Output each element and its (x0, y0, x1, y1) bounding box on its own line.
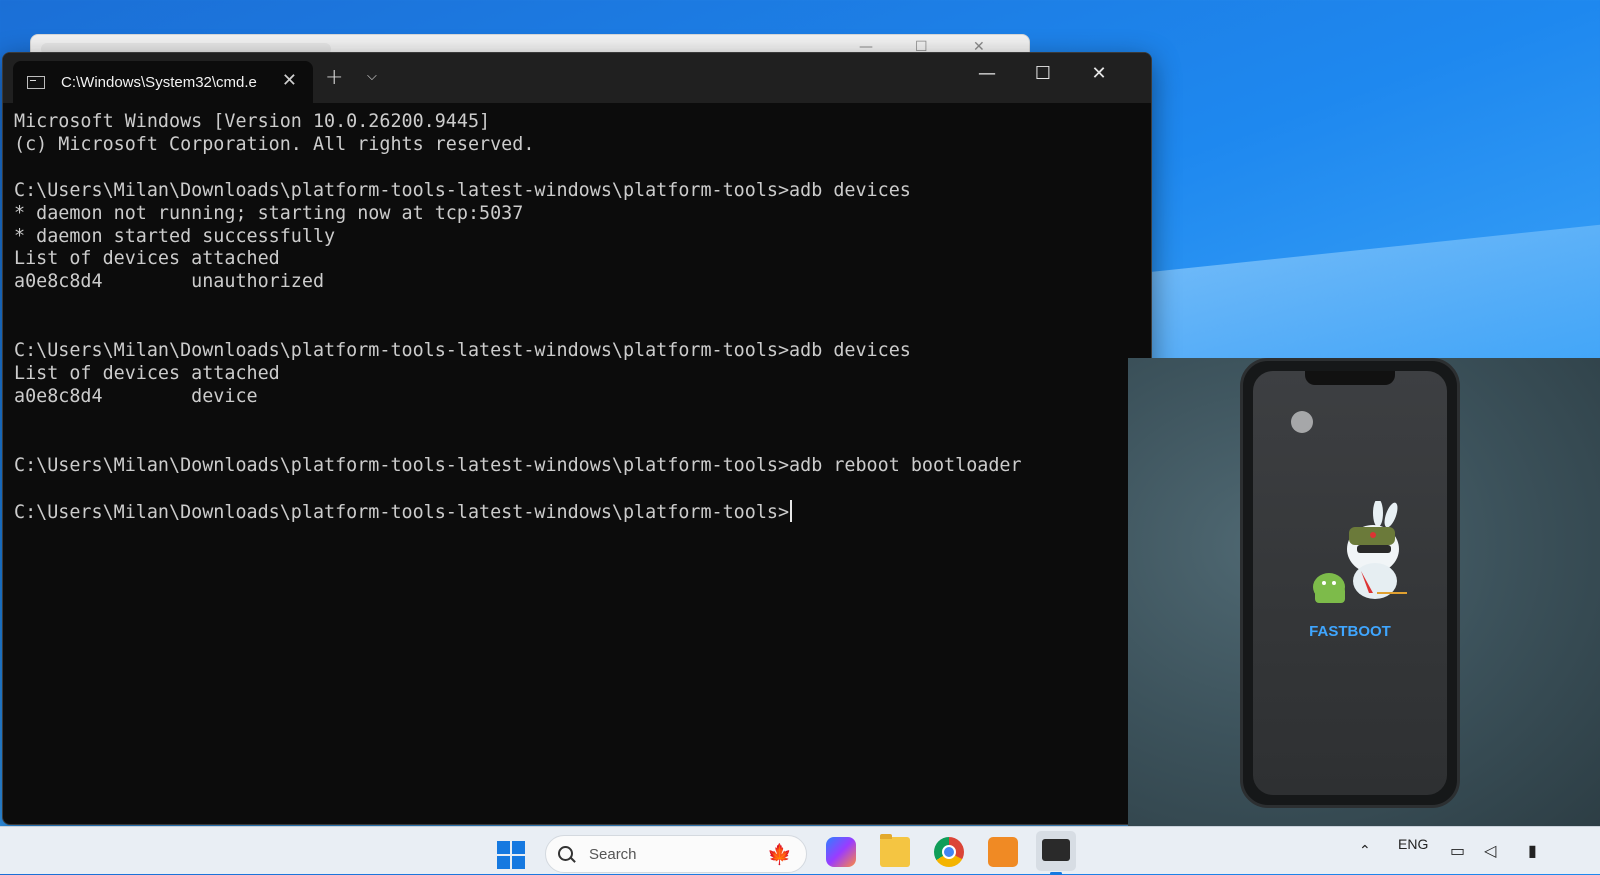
console-line: List of devices attached (14, 248, 280, 270)
language-indicator[interactable]: ENG (1398, 836, 1428, 852)
volume-icon[interactable]: ◁ (1484, 841, 1496, 860)
search-placeholder: Search (589, 846, 637, 863)
console-line: a0e8c8d4 device (14, 385, 258, 407)
terminal-window[interactable]: C:\Windows\System32\cmd.e ✕ + ⌵ — ☐ ✕ Mi… (2, 52, 1152, 825)
text-cursor (790, 500, 793, 523)
console-line: C:\Users\Milan\Downloads\platform-tools-… (14, 340, 911, 362)
console-line: (c) Microsoft Corporation. All rights re… (14, 133, 535, 155)
screen-glare (1291, 411, 1313, 433)
phone-notch (1305, 371, 1395, 385)
console-line: a0e8c8d4 unauthorized (14, 271, 325, 293)
file-explorer-icon[interactable] (880, 834, 910, 867)
tab-title: C:\Windows\System32\cmd.e (61, 73, 257, 91)
tab-close-button[interactable]: ✕ (282, 70, 297, 91)
console-line: * daemon not running; starting now at tc… (14, 202, 524, 224)
close-button[interactable]: ✕ (1079, 63, 1119, 84)
fastboot-mascot-icon (1313, 501, 1407, 603)
tray-overflow-chevron-icon[interactable]: ⌃ (1359, 843, 1371, 859)
phone-device: FASTBOOT (1240, 358, 1460, 808)
taskbar: Search 🍁 ⌃ ENG ▭ ◁ ▮ (0, 826, 1600, 875)
terminal-icon[interactable] (1036, 831, 1076, 875)
fastboot-label: FASTBOOT (1309, 623, 1391, 640)
cmd-icon (27, 75, 45, 89)
minimize-button[interactable]: — (967, 63, 1007, 84)
console-line: C:\Users\Milan\Downloads\platform-tools-… (14, 179, 911, 201)
tab-cmd[interactable]: C:\Windows\System32\cmd.e ✕ (13, 61, 313, 103)
console-prompt[interactable]: C:\Users\Milan\Downloads\platform-tools-… (14, 502, 789, 523)
maximize-button[interactable]: ☐ (1023, 63, 1063, 84)
store-icon[interactable] (988, 837, 1018, 867)
windows-start-icon[interactable] (497, 841, 525, 869)
console-line: Microsoft Windows [Version 10.0.26200.94… (14, 111, 491, 132)
console-line: List of devices attached (14, 362, 280, 384)
wifi-icon[interactable]: ▭ (1450, 841, 1465, 860)
tab-dropdown-button[interactable]: ⌵ (367, 69, 377, 84)
taskbar-search-box[interactable]: Search 🍁 (545, 835, 807, 873)
console-line: C:\Users\Milan\Downloads\platform-tools-… (14, 454, 1022, 476)
terminal-titlebar[interactable]: C:\Windows\System32\cmd.e ✕ + ⌵ — ☐ ✕ (3, 53, 1151, 103)
console-output[interactable]: Microsoft Windows [Version 10.0.26200.94… (14, 111, 1141, 824)
phone-screen: FASTBOOT (1253, 371, 1447, 795)
copilot-icon[interactable] (826, 837, 856, 867)
search-highlight-icon: 🍁 (767, 842, 792, 866)
battery-icon[interactable]: ▮ (1528, 841, 1537, 860)
new-tab-button[interactable]: + (325, 65, 343, 90)
chrome-icon[interactable] (934, 837, 964, 867)
console-line: * daemon started successfully (14, 225, 336, 247)
search-icon (558, 846, 573, 861)
